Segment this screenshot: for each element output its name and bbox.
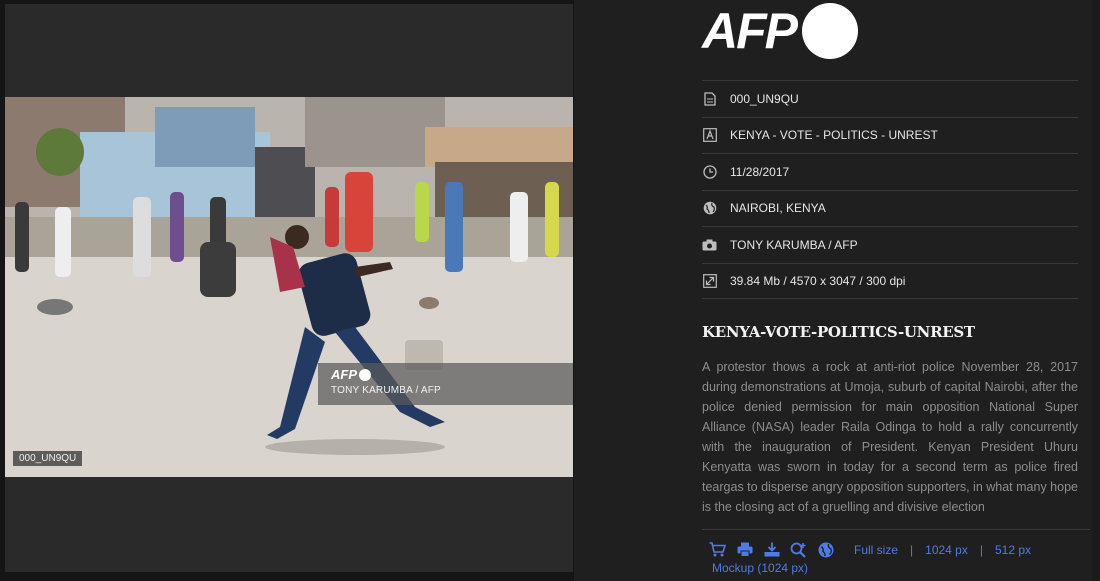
meta-value: NAIROBI, KENYA xyxy=(730,201,826,216)
size-512-link[interactable]: 512 px xyxy=(995,543,1031,557)
cart-icon[interactable] xyxy=(708,540,727,559)
watermark-logo: AFP xyxy=(331,367,371,382)
image-id-tag: 000_UN9QU xyxy=(13,451,83,466)
meta-value: KENYA - VOTE - POLITICS - UNREST xyxy=(730,128,938,143)
meta-row-id: 000_UN9QU xyxy=(702,80,1078,117)
full-size-link[interactable]: Full size xyxy=(854,543,898,557)
action-icons xyxy=(708,540,835,559)
meta-row-credit: TONY KARUMBA / AFP xyxy=(702,226,1078,263)
meta-row-location: NAIROBI, KENYA xyxy=(702,189,1078,227)
meta-row-size: 39.84 Mb / 4570 x 3047 / 300 dpi xyxy=(702,262,1078,299)
link-separator: | xyxy=(979,543,983,557)
watermark-box: AFP TONY KARUMBA / AFP xyxy=(318,363,573,405)
text-icon xyxy=(702,128,717,143)
document-icon xyxy=(702,91,717,106)
link-separator: | xyxy=(910,543,914,557)
mockup-link[interactable]: Mockup (1024 px) xyxy=(712,561,808,575)
meta-value: TONY KARUMBA / AFP xyxy=(730,237,858,252)
news-photo[interactable]: AFP TONY KARUMBA / AFP 000_UN9QU xyxy=(5,97,573,477)
globe-icon[interactable] xyxy=(816,540,835,559)
meta-value: 11/28/2017 xyxy=(730,164,790,179)
photo-illustration xyxy=(5,97,573,477)
afp-logo-circle xyxy=(802,3,858,59)
afp-logo[interactable]: AFP xyxy=(702,2,858,60)
scrollbar[interactable] xyxy=(1092,0,1100,581)
image-viewer: AFP TONY KARUMBA / AFP 000_UN9QU xyxy=(5,4,573,572)
meta-value: 000_UN9QU xyxy=(730,91,799,106)
resize-icon xyxy=(702,273,717,288)
headline: KENYA-VOTE-POLITICS-UNREST xyxy=(702,323,975,341)
print-icon[interactable] xyxy=(735,540,754,559)
zoom-in-icon[interactable] xyxy=(789,540,808,559)
divider xyxy=(702,529,1090,530)
size-links: Full size | 1024 px | 512 px xyxy=(854,543,1031,557)
size-1024-link[interactable]: 1024 px xyxy=(925,543,968,557)
download-icon[interactable] xyxy=(762,540,781,559)
clock-icon xyxy=(702,164,717,179)
meta-row-date: 11/28/2017 xyxy=(702,153,1078,190)
meta-row-title: KENYA - VOTE - POLITICS - UNREST xyxy=(702,116,1078,154)
metadata-list: 000_UN9QU KENYA - VOTE - POLITICS - UNRE… xyxy=(702,80,1078,299)
globe-icon xyxy=(702,201,717,216)
camera-icon xyxy=(702,237,717,252)
meta-value: 39.84 Mb / 4570 x 3047 / 300 dpi xyxy=(730,273,906,288)
info-panel: AFP 000_UN9QU KENYA - VOTE - POLITICS - … xyxy=(574,0,1092,581)
watermark-credit: TONY KARUMBA / AFP xyxy=(331,385,441,396)
caption-text: A protestor thows a rock at anti-riot po… xyxy=(702,360,1078,514)
